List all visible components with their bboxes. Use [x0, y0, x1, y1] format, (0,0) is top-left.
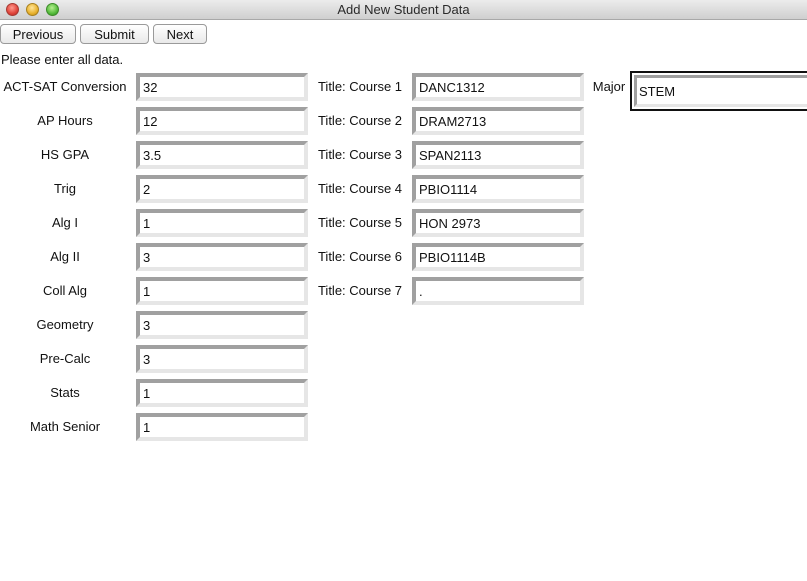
course-5-label: Title: Course 5	[317, 215, 403, 230]
course-7-label: Title: Course 7	[317, 283, 403, 298]
coll-alg-label: Coll Alg	[42, 283, 88, 298]
trig-field[interactable]	[136, 175, 308, 203]
course-6-field[interactable]	[412, 243, 584, 271]
ap-hours-label: AP Hours	[37, 113, 93, 128]
pre-calc-field[interactable]	[136, 345, 308, 373]
previous-button[interactable]: Previous	[0, 24, 76, 44]
window-title: Add New Student Data	[337, 2, 470, 17]
hs-gpa-label: HS GPA	[40, 147, 90, 162]
act-sat-conversion-field[interactable]	[136, 73, 308, 101]
coll-alg-field[interactable]	[136, 277, 308, 305]
course-1-label: Title: Course 1	[317, 79, 403, 94]
course-5-field[interactable]	[412, 209, 584, 237]
alg-i-label: Alg I	[51, 215, 78, 230]
stats-field[interactable]	[136, 379, 308, 407]
course-2-field[interactable]	[412, 107, 584, 135]
course-3-field[interactable]	[412, 141, 584, 169]
major-field-focus-ring	[630, 71, 807, 111]
instructions-text: Please enter all data.	[1, 52, 124, 67]
submit-button[interactable]: Submit	[80, 24, 149, 44]
pre-calc-label: Pre-Calc	[39, 351, 91, 366]
geometry-label: Geometry	[36, 317, 94, 332]
major-label: Major	[592, 79, 626, 94]
hs-gpa-field[interactable]	[136, 141, 308, 169]
math-senior-field[interactable]	[136, 413, 308, 441]
course-4-field[interactable]	[412, 175, 584, 203]
act-sat-conversion-label: ACT-SAT Conversion	[3, 79, 127, 94]
alg-ii-label: Alg II	[50, 249, 80, 264]
alg-ii-field[interactable]	[136, 243, 308, 271]
course-1-field[interactable]	[412, 73, 584, 101]
major-field[interactable]	[634, 75, 807, 107]
course-4-label: Title: Course 4	[317, 181, 403, 196]
stats-label: Stats	[50, 385, 80, 400]
window-titlebar: Add New Student Data	[0, 0, 807, 20]
course-2-label: Title: Course 2	[317, 113, 403, 128]
geometry-field[interactable]	[136, 311, 308, 339]
course-3-label: Title: Course 3	[317, 147, 403, 162]
alg-i-field[interactable]	[136, 209, 308, 237]
course-7-field[interactable]	[412, 277, 584, 305]
next-button[interactable]: Next	[153, 24, 207, 44]
math-senior-label: Math Senior	[29, 419, 101, 434]
course-6-label: Title: Course 6	[317, 249, 403, 264]
trig-label: Trig	[54, 181, 76, 196]
ap-hours-field[interactable]	[136, 107, 308, 135]
